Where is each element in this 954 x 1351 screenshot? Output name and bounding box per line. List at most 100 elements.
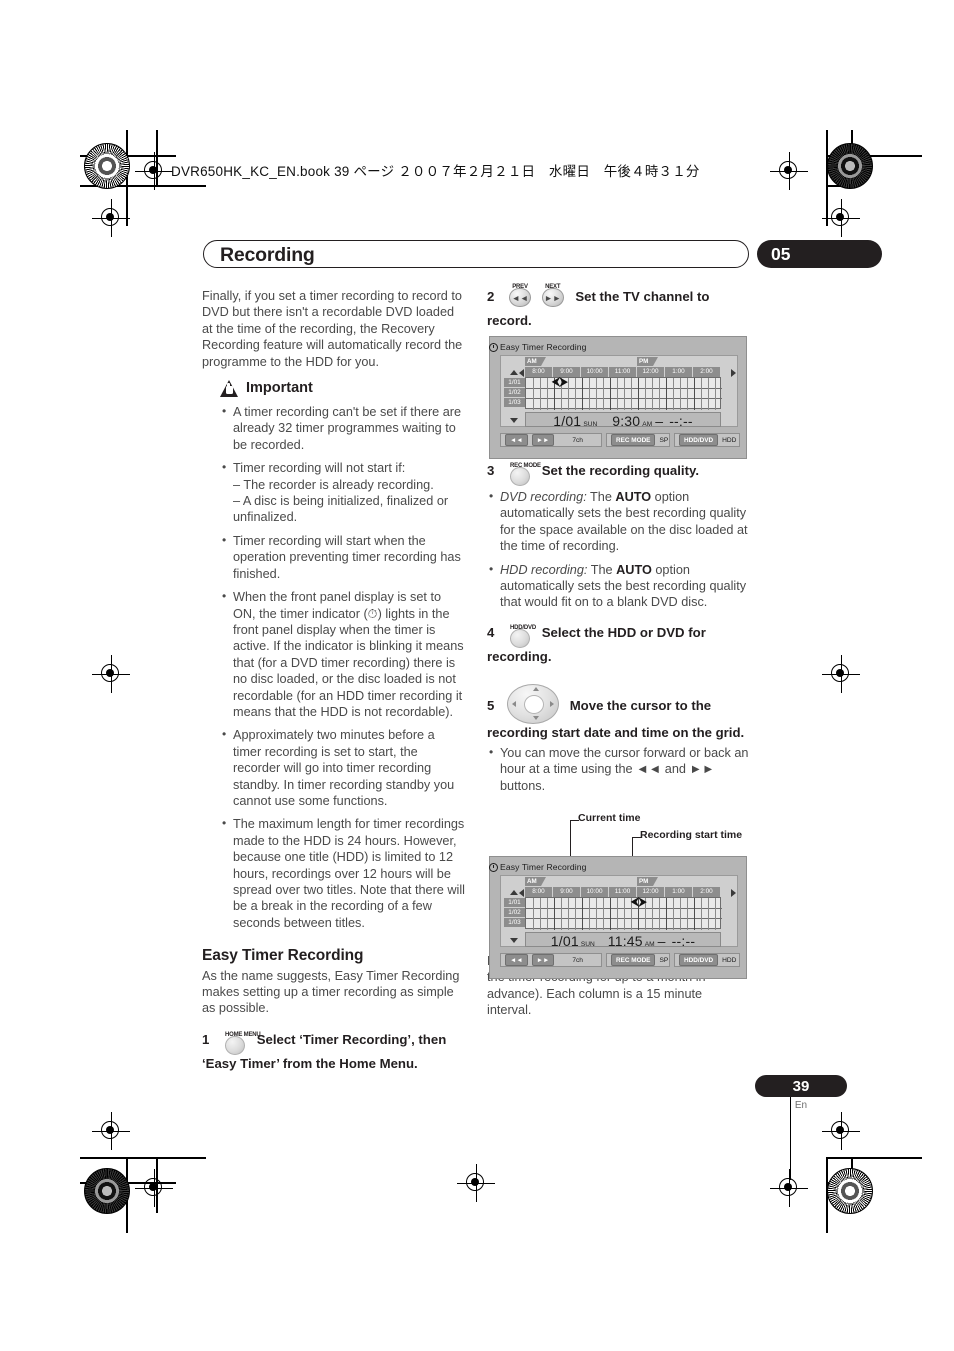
info-time: 9:30 [612, 413, 641, 429]
scroll-left-arrow[interactable] [519, 369, 524, 377]
pm-tab: PM [637, 357, 658, 366]
step-number: 3 [487, 463, 495, 478]
registration-mark [135, 152, 173, 190]
bullet-bold: AUTO [616, 562, 652, 577]
scroll-down-arrow[interactable] [510, 938, 518, 943]
chapter-badge: 05 [757, 240, 882, 268]
hdddvd-value: HDD [722, 956, 737, 964]
registration-mark [822, 1112, 860, 1150]
list-item: A timer recording can't be set if there … [220, 403, 465, 453]
grid-cursor[interactable]: ⮜⮞ [631, 897, 647, 908]
channel-box[interactable]: ◄◄ ►► 7ch [500, 433, 602, 447]
info-date: 1/01 [553, 413, 582, 429]
recmode-box[interactable]: REC MODE SP [606, 953, 670, 967]
prev-glyph: ◄◄ [511, 292, 529, 303]
step-number: 5 [487, 697, 495, 713]
bullet-bold: AUTO [615, 490, 652, 504]
list-item: HDD recording: The AUTO option automatic… [487, 561, 750, 611]
intro-paragraph: Finally, if you set a timer recording to… [202, 289, 463, 369]
rec-mode-button-icon[interactable]: REC MODE [510, 463, 541, 486]
info-meridiem: AM [644, 941, 655, 948]
hdddvd-chip[interactable]: HDD/DVD [679, 954, 719, 966]
channel-value: 7ch [572, 956, 583, 964]
prev-button-icon[interactable]: PREV ◄◄ [509, 284, 532, 312]
important-label: Important [246, 380, 313, 397]
osd-title: Easy Timer Recording [489, 862, 587, 872]
info-end-time: --:-- [671, 933, 696, 949]
registration-starburst [827, 1168, 873, 1214]
next-glyph: ►► [544, 292, 562, 303]
hour-header: 11:00 [609, 367, 637, 377]
step-1: 1 HOME MENU Select ‘Timer Recording’, th… [202, 1031, 465, 1073]
registration-mark [135, 1169, 173, 1207]
registration-mark [770, 1169, 808, 1207]
am-tab: AM [525, 357, 546, 366]
book-header-line: DVR650HK_KC_EN.book 39 ページ ２００７年２月２１日 水曜… [171, 164, 700, 179]
osd-title: Easy Timer Recording [489, 342, 587, 352]
hdddvd-chip[interactable]: HDD/DVD [679, 434, 719, 446]
timer-grid[interactable]: ⮜⮞ [525, 377, 722, 410]
home-menu-button-icon[interactable]: HOME MENU [225, 1032, 261, 1055]
day-label: 1/02 [504, 388, 525, 398]
easy-timer-recording-screen-top: Easy Timer Recording AM PM 8:00 9:00 10:… [489, 336, 747, 459]
timer-grid[interactable]: ⮜⮞ [525, 897, 722, 930]
registration-mark [457, 1164, 495, 1202]
channel-box[interactable]: ◄◄ ►► 7ch [500, 953, 602, 967]
grid-panel: AM PM 8:00 9:00 10:00 11:00 12:00 1:00 2… [500, 355, 738, 429]
scroll-right-arrow[interactable] [731, 889, 736, 897]
callout-line [570, 820, 579, 822]
channel-value: 7ch [572, 436, 583, 444]
hdddvd-box[interactable]: HDD/DVD HDD [674, 953, 740, 967]
hour-header: 1:00 [665, 887, 693, 897]
day-label: 1/01 [504, 378, 525, 388]
grid-cursor[interactable]: ⮜⮞ [552, 377, 568, 388]
am-tab: AM [525, 877, 546, 886]
callout-current-time: Current time [578, 812, 641, 824]
info-time: 11:45 [607, 933, 643, 949]
scroll-left-arrow[interactable] [519, 889, 524, 897]
registration-mark [92, 1112, 130, 1150]
next-chip[interactable]: ►► [531, 434, 555, 446]
registration-mark [92, 199, 130, 237]
hdddvd-box[interactable]: HDD/DVD HDD [674, 433, 740, 447]
registration-starburst [84, 1168, 130, 1214]
easy-timer-recording-screen-bottom: Easy Timer Recording AM PM 8:00 9:00 10:… [489, 856, 747, 979]
recmode-chip[interactable]: REC MODE [611, 434, 656, 446]
warning-triangle-icon [220, 380, 239, 398]
scroll-up-arrow[interactable] [510, 370, 518, 375]
callout-line [632, 837, 641, 839]
scroll-down-arrow[interactable] [510, 418, 518, 423]
hour-header: 2:00 [693, 367, 721, 377]
prev-chip[interactable]: ◄◄ [505, 954, 528, 966]
next-chip[interactable]: ►► [531, 954, 555, 966]
hour-header: 12:00 [637, 367, 665, 377]
recmode-value: SP [659, 436, 669, 444]
cursor-pad-icon[interactable] [507, 683, 560, 724]
scroll-up-arrow[interactable] [510, 890, 518, 895]
recmode-chip[interactable]: REC MODE [611, 954, 656, 966]
scroll-right-arrow[interactable] [731, 369, 736, 377]
hour-header: 8:00 [525, 367, 553, 377]
hour-header: 10:00 [581, 887, 609, 897]
hdddvd-value: HDD [722, 436, 737, 444]
info-date: 1/01 [550, 933, 579, 949]
list-item: Approximately two minutes before a timer… [220, 726, 465, 809]
page-number-badge: 39 [755, 1075, 847, 1097]
section-heading-easy-timer: Easy Timer Recording [202, 947, 364, 965]
step-3-bullets: DVD recording: The AUTO option automatic… [487, 488, 750, 611]
next-button-icon[interactable]: NEXT ►► [541, 284, 564, 312]
info-weekday: SUN [580, 941, 595, 948]
day-label: 1/03 [504, 918, 525, 928]
pm-tab: PM [637, 877, 658, 886]
page-title: Recording [220, 244, 315, 266]
clock-icon [489, 342, 498, 352]
recmode-box[interactable]: REC MODE SP [606, 433, 670, 447]
step-4: 4 HDD/DVD Select the HDD or DVD for reco… [487, 624, 750, 666]
hdd-dvd-button-icon[interactable]: HDD/DVD [510, 625, 536, 648]
hour-header: 8:00 [525, 887, 553, 897]
list-item: When the front panel display is set to O… [220, 588, 465, 720]
bullet-italic-lead: DVD recording: [500, 490, 587, 504]
prev-chip[interactable]: ◄◄ [505, 434, 528, 446]
info-meridiem: AM [642, 421, 653, 428]
info-weekday: SUN [583, 421, 598, 428]
